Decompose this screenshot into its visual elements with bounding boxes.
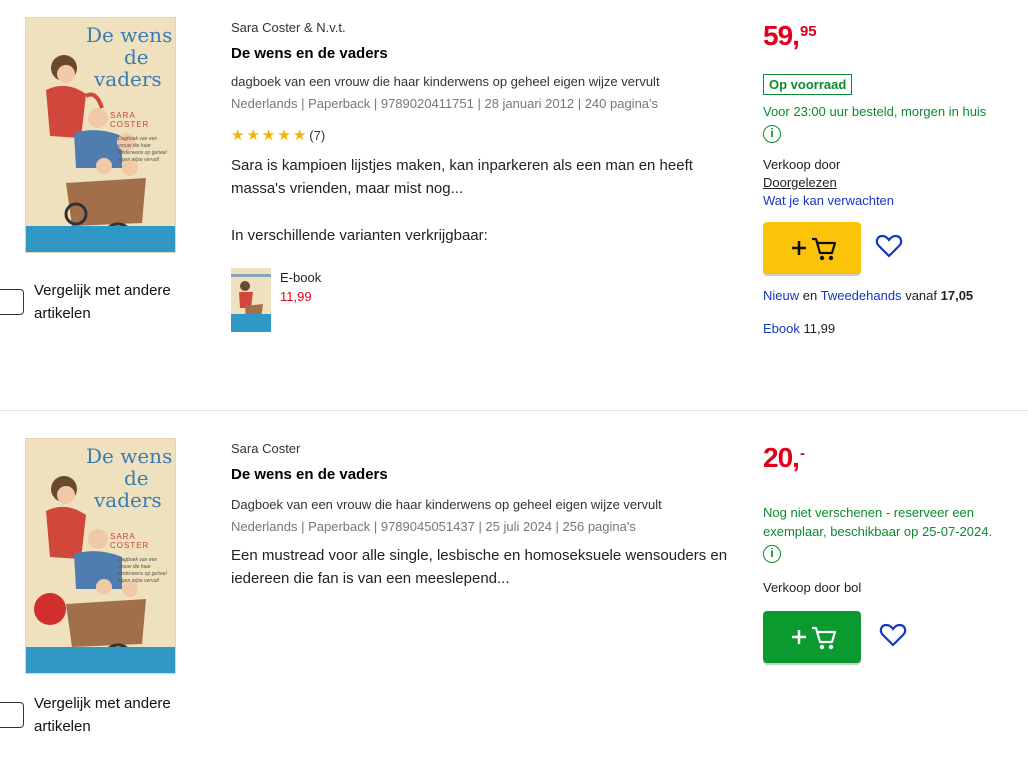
offers-min-price: 17,05	[940, 288, 974, 303]
product-cover-image[interactable]: De wens de vaders SARA COSTER Dagboek va…	[25, 17, 176, 253]
price-main: 59,	[763, 20, 800, 51]
ebook-link[interactable]: Ebook	[763, 321, 800, 336]
price: 59, 95	[763, 20, 1028, 54]
price-main: 20,	[763, 442, 800, 473]
product-author[interactable]: Sara Coster & N.v.t.	[231, 20, 751, 38]
delivery-promise: Voor 23:00 uur besteld, morgen in huis	[763, 104, 987, 119]
product-description: Een mustread voor alle single, lesbische…	[231, 547, 728, 587]
variant-cover-image	[231, 268, 271, 332]
svg-text:De wens: De wens	[86, 23, 172, 47]
offers-line: Nieuw en Tweedehands vanaf 17,05	[763, 288, 974, 303]
seller-link[interactable]: Doorgelezen	[763, 175, 1028, 190]
svg-text:de: de	[124, 466, 149, 490]
seller-label: Verkoop door	[763, 157, 841, 172]
product-description: Sara is kampioen lijstjes maken, kan inp…	[231, 157, 693, 197]
ebook-price: 11,99	[803, 321, 836, 336]
buy-box: 20, - Nog niet verschenen - reserveer een…	[763, 442, 1028, 663]
compare-label: Vergelijk met andere artikelen	[34, 695, 171, 735]
ebook-line: Ebook 11,99	[763, 321, 1028, 336]
product-meta: Nederlands | Paperback | 9789020411751 |…	[231, 96, 659, 111]
variants-label: In verschillende varianten verkrijgbaar:	[231, 227, 488, 244]
wishlist-heart-icon[interactable]	[879, 622, 907, 653]
product-title[interactable]: De wens en de vaders	[231, 466, 751, 486]
product-author[interactable]: Sara Coster	[231, 441, 751, 459]
shopping-cart-icon	[792, 626, 837, 650]
new-offers-link[interactable]: Nieuw	[763, 288, 799, 303]
star-icon: ★	[261, 127, 276, 144]
product-title[interactable]: De wens en de vaders	[231, 45, 751, 65]
buy-box: 59, 95 Op voorraad Voor 23:00 uur besteld…	[763, 20, 1028, 336]
product-info: Sara Coster De wens en de vaders Dagboek…	[231, 441, 751, 590]
add-to-cart-button[interactable]	[763, 222, 861, 274]
shopping-cart-icon	[792, 237, 837, 261]
product-card: De wens de vaders SARA COSTER Dagboek va…	[0, 0, 1028, 410]
svg-text:vaders: vaders	[93, 488, 162, 512]
product-subtitle: dagboek van een vrouw die haar kinderwen…	[231, 74, 660, 89]
rating-count: (7)	[309, 127, 326, 143]
product-meta: Nederlands | Paperback | 9789045051437 |…	[231, 519, 636, 534]
product-rating[interactable]: ★ ★ ★ ★ ★ (7)	[231, 127, 751, 144]
product-subtitle: Dagboek van een vrouw die haar kinderwen…	[231, 497, 662, 512]
variant-type: E-book	[280, 270, 322, 285]
preorder-cart-button[interactable]	[763, 611, 861, 663]
star-icon: ★	[246, 127, 260, 144]
star-icon: ★	[277, 127, 291, 144]
price-cents: -	[799, 445, 805, 462]
info-icon[interactable]: i	[763, 545, 781, 563]
variant-ebook[interactable]: E-book 11,99	[231, 268, 751, 332]
compare-label: Vergelijk met andere artikelen	[34, 282, 171, 322]
stock-badge: Op voorraad	[763, 74, 853, 95]
compare-toggle[interactable]: Vergelijk met andere artikelen	[0, 692, 204, 738]
info-icon[interactable]: i	[763, 125, 781, 143]
cover-blurb: Dagboek van een vrouw die haar kinderwen…	[118, 557, 167, 584]
svg-text:De wens: De wens	[86, 444, 172, 468]
product-cover-image[interactable]: De wens de vaders SARA COSTER Dagboek va…	[25, 438, 176, 674]
cover-blurb: Dagboek van een vrouw die haar kinderwen…	[118, 136, 167, 163]
svg-text:de: de	[124, 45, 149, 69]
compare-checkbox[interactable]	[0, 289, 24, 315]
star-icon: ★	[292, 127, 307, 144]
price: 20, -	[763, 442, 1028, 476]
divider	[0, 410, 1028, 411]
used-offers-link[interactable]: Tweedehands	[821, 288, 902, 303]
compare-toggle[interactable]: Vergelijk met andere artikelen	[0, 279, 204, 325]
wishlist-heart-icon[interactable]	[875, 233, 903, 264]
product-info: Sara Coster & N.v.t. De wens en de vader…	[231, 20, 751, 332]
expectation-link[interactable]: Wat je kan verwachten	[763, 193, 1028, 208]
compare-checkbox[interactable]	[0, 702, 24, 728]
cover-author: SARA COSTER	[110, 532, 150, 550]
svg-text:vaders: vaders	[93, 67, 162, 91]
variant-price: 11,99	[280, 289, 312, 304]
seller-label: Verkoop door bol	[763, 580, 862, 595]
reservation-notice: Nog niet verschenen - reserveer een exem…	[763, 505, 993, 539]
star-icon: ★	[231, 127, 245, 144]
price-cents: 95	[799, 23, 817, 40]
product-card: De wens de vaders SARA COSTER Dagboek va…	[0, 420, 1028, 758]
cover-author: SARA COSTER	[110, 111, 150, 129]
